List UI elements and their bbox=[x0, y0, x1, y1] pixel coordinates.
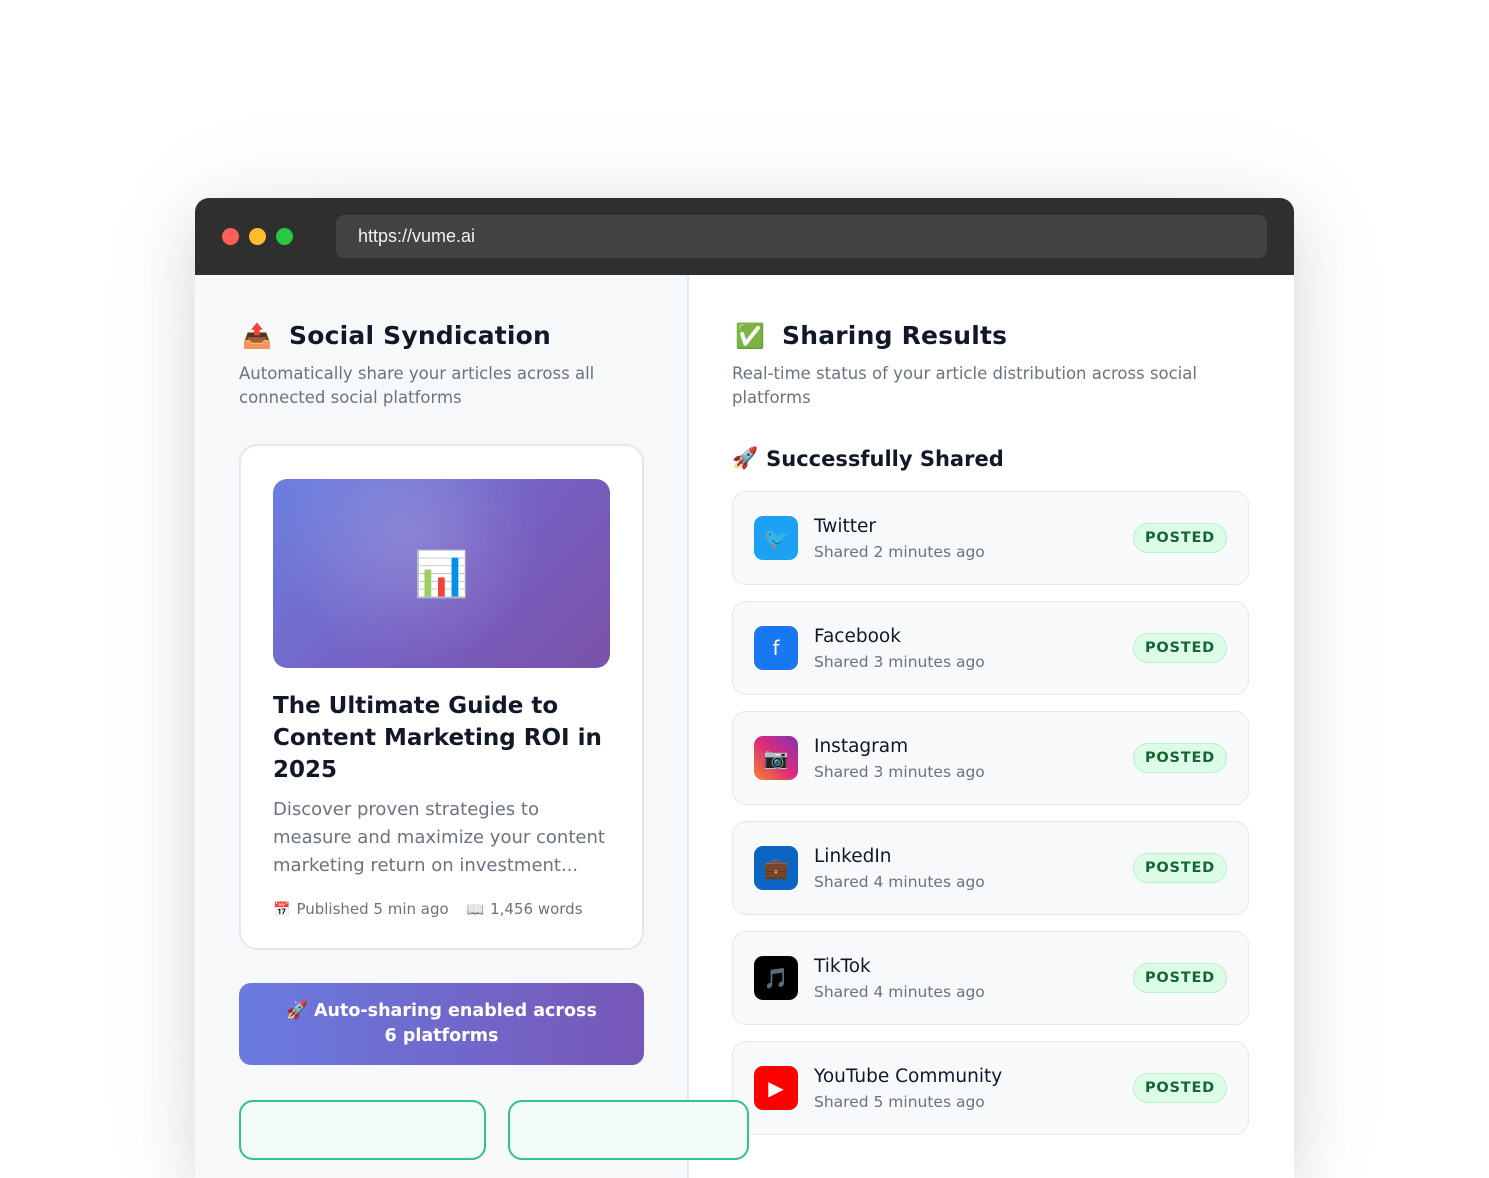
successfully-shared-title: Successfully Shared bbox=[766, 446, 1004, 471]
platform-item-youtube-community[interactable]: ▶ YouTube Community Shared 5 minutes ago… bbox=[732, 1041, 1249, 1135]
auto-sharing-button[interactable]: 🚀 Auto-sharing enabled across 6 platform… bbox=[239, 983, 644, 1065]
syndication-header: 📤 Social Syndication bbox=[239, 321, 643, 350]
platform-name: YouTube Community bbox=[814, 1065, 1003, 1087]
platform-item-twitter[interactable]: 🐦 Twitter Shared 2 minutes ago POSTED bbox=[732, 491, 1249, 585]
sharing-results-panel: ✅ Sharing Results Real-time status of yo… bbox=[689, 275, 1294, 1178]
platform-time: Shared 4 minutes ago bbox=[814, 982, 985, 1001]
platform-item-linkedin[interactable]: 💼 LinkedIn Shared 4 minutes ago POSTED bbox=[732, 821, 1249, 915]
status-badge: POSTED bbox=[1132, 633, 1227, 663]
successfully-shared-header: 🚀 Successfully Shared bbox=[732, 446, 1250, 471]
platform-name: Instagram bbox=[814, 735, 909, 757]
action-buttons bbox=[239, 1100, 749, 1160]
platform-list: 🐦 Twitter Shared 2 minutes ago POSTED f … bbox=[732, 491, 1250, 1135]
calendar-icon: 📅 bbox=[273, 902, 291, 918]
youtube-icon: ▶ bbox=[754, 1066, 798, 1110]
published-time: Published 5 min ago bbox=[296, 900, 449, 918]
platform-time: Shared 4 minutes ago bbox=[814, 872, 985, 891]
article-title: The Ultimate Guide to Content Marketing … bbox=[273, 693, 602, 783]
article-meta: 📅 Published 5 min ago 📖 1,456 words bbox=[273, 900, 610, 918]
platform-name: Twitter bbox=[814, 515, 877, 537]
platform-name: TikTok bbox=[814, 955, 871, 977]
instagram-icon: 📷 bbox=[754, 736, 798, 780]
action-button-secondary[interactable] bbox=[508, 1100, 749, 1160]
rocket-icon: 🚀 bbox=[732, 446, 759, 470]
linkedin-icon: 💼 bbox=[754, 846, 798, 890]
results-title: Sharing Results bbox=[782, 321, 1008, 350]
status-badge: POSTED bbox=[1132, 743, 1227, 773]
social-syndication-panel: 📤 Social Syndication Automatically share… bbox=[195, 275, 749, 1178]
twitter-icon: 🐦 bbox=[754, 516, 798, 560]
article-hero-image: 📊 bbox=[273, 479, 610, 668]
title-bar: https://vume.ai bbox=[195, 198, 1294, 275]
syndication-subtitle: Automatically share your articles across… bbox=[239, 364, 595, 407]
platform-time: Shared 3 minutes ago bbox=[814, 652, 985, 671]
check-mark-icon: ✅ bbox=[735, 321, 765, 350]
platform-item-facebook[interactable]: f Facebook Shared 3 minutes ago POSTED bbox=[732, 601, 1249, 695]
open-book-icon: 📖 bbox=[466, 902, 485, 918]
platform-time: Shared 3 minutes ago bbox=[814, 762, 985, 781]
status-badge: POSTED bbox=[1132, 853, 1227, 883]
maximize-window-button[interactable] bbox=[276, 228, 293, 245]
bar-chart-icon: 📊 bbox=[414, 548, 469, 600]
results-header: ✅ Sharing Results bbox=[732, 321, 1250, 350]
platform-time: Shared 2 minutes ago bbox=[814, 542, 985, 561]
status-badge: POSTED bbox=[1132, 963, 1227, 993]
close-window-button[interactable] bbox=[222, 228, 239, 245]
status-badge: POSTED bbox=[1132, 523, 1227, 553]
platform-item-tiktok[interactable]: 🎵 TikTok Shared 4 minutes ago POSTED bbox=[732, 931, 1249, 1025]
outbox-tray-icon: 📤 bbox=[242, 321, 272, 350]
facebook-icon: f bbox=[754, 626, 798, 670]
app-content: 📤 Social Syndication Automatically share… bbox=[195, 275, 1294, 1178]
minimize-window-button[interactable] bbox=[249, 228, 266, 245]
platform-name: LinkedIn bbox=[814, 845, 892, 867]
browser-window: https://vume.ai 📤 Social Syndication Aut… bbox=[195, 198, 1294, 1178]
tiktok-icon: 🎵 bbox=[754, 956, 798, 1000]
article-description: Discover proven strategies to measure an… bbox=[273, 799, 605, 876]
action-button-primary[interactable] bbox=[239, 1100, 486, 1160]
word-count: 1,456 words bbox=[490, 900, 583, 918]
platform-item-instagram[interactable]: 📷 Instagram Shared 3 minutes ago POSTED bbox=[732, 711, 1249, 805]
address-bar[interactable]: https://vume.ai bbox=[336, 215, 1267, 258]
platform-name: Facebook bbox=[814, 625, 901, 647]
status-badge: POSTED bbox=[1132, 1073, 1227, 1103]
results-subtitle: Real-time status of your article distrib… bbox=[732, 364, 1197, 407]
platform-time: Shared 5 minutes ago bbox=[814, 1092, 985, 1111]
article-card[interactable]: 📊 The Ultimate Guide to Content Marketin… bbox=[239, 444, 644, 950]
syndication-title: Social Syndication bbox=[289, 321, 552, 350]
